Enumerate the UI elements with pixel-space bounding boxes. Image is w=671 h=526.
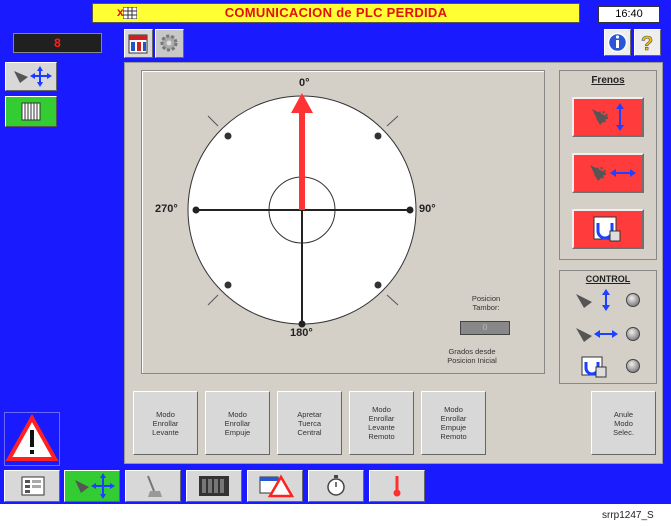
stopwatch-icon bbox=[327, 475, 345, 496]
drum-position-value: 0 bbox=[460, 321, 510, 335]
alarm-list-icon bbox=[259, 474, 295, 498]
svg-text:?: ? bbox=[641, 33, 653, 55]
page-title: COMUNICACION de PLC PERDIDA bbox=[224, 5, 448, 20]
bottom-temperature-button[interactable] bbox=[369, 470, 425, 502]
motion-active-icon bbox=[75, 473, 115, 499]
frenos-panel: Frenos bbox=[559, 70, 657, 260]
anule-modo-button[interactable]: Anule Modo Selec. bbox=[591, 391, 656, 455]
broom-icon bbox=[147, 475, 162, 497]
left-motion-button[interactable] bbox=[5, 62, 57, 91]
gear-icon bbox=[160, 34, 178, 52]
lift-control-icon bbox=[576, 289, 610, 311]
frenos-title: Frenos bbox=[591, 75, 625, 86]
control-panel: CONTROL bbox=[559, 270, 657, 384]
rotate-icon bbox=[593, 216, 621, 242]
mode-enrollar-levante-remoto-button[interactable]: Modo Enrollar Levante Remoto bbox=[349, 391, 414, 455]
bottom-alarm-list-button[interactable] bbox=[247, 470, 303, 502]
dial-label-0: 0° bbox=[299, 77, 310, 89]
brake-lift-icon bbox=[592, 103, 624, 131]
alarm-counter: 8 bbox=[13, 33, 102, 53]
lift-status-led bbox=[626, 293, 640, 307]
dial-panel: 0° 90° 180° 270° Posicion Tambor: 0 Grad… bbox=[141, 70, 545, 374]
clock-display: 16:40 bbox=[598, 6, 660, 23]
brake-push-icon bbox=[590, 165, 636, 181]
drum-icon bbox=[199, 476, 229, 496]
mode-enrollar-levante-button[interactable]: Modo Enrollar Levante bbox=[133, 391, 198, 455]
drum-icon bbox=[21, 102, 41, 121]
bottom-tool-button[interactable] bbox=[125, 470, 181, 502]
thermometer-icon bbox=[393, 476, 401, 497]
apretar-tuerca-central-button[interactable]: Apretar Tuerca Central bbox=[277, 391, 342, 455]
info-button[interactable] bbox=[604, 29, 631, 56]
alarm-button[interactable] bbox=[4, 412, 60, 466]
info-icon bbox=[607, 32, 628, 53]
settings-button[interactable] bbox=[155, 29, 184, 58]
hmi-window: x COMUNICACION de PLC PERDIDA 16:40 8 ? … bbox=[0, 0, 671, 504]
help-button[interactable]: ? bbox=[634, 29, 661, 56]
screen-code: srrp1247_S bbox=[602, 510, 654, 521]
screen-select-button[interactable] bbox=[124, 29, 153, 58]
bottom-drum-button[interactable] bbox=[186, 470, 242, 502]
control-title: CONTROL bbox=[585, 274, 631, 284]
bottom-timer-button[interactable] bbox=[308, 470, 364, 502]
menu-screen-icon bbox=[128, 34, 148, 54]
overview-icon bbox=[21, 476, 45, 496]
drum-position-label: Posicion Tambor: bbox=[471, 294, 501, 312]
bottom-overview-button[interactable] bbox=[4, 470, 60, 502]
brake-lift-button[interactable] bbox=[572, 97, 644, 137]
left-grid-button[interactable] bbox=[5, 96, 57, 127]
title-bar: x COMUNICACION de PLC PERDIDA bbox=[92, 3, 580, 23]
help-icon: ? bbox=[641, 33, 654, 56]
mode-enrollar-empuje-button[interactable]: Modo Enrollar Empuje bbox=[205, 391, 270, 455]
push-status-led bbox=[626, 327, 640, 341]
motion-icon bbox=[14, 66, 52, 87]
drum-position-caption: Grados desde Posicion Inicial bbox=[447, 347, 497, 365]
warning-icon bbox=[5, 413, 59, 461]
rotate-control-icon bbox=[581, 356, 607, 378]
dial-label-90: 90° bbox=[419, 203, 436, 215]
bottom-motion-button[interactable] bbox=[64, 470, 120, 502]
dial-label-180: 180° bbox=[290, 327, 313, 339]
dial-label-270: 270° bbox=[155, 203, 178, 215]
push-control-icon bbox=[576, 328, 618, 342]
brake-push-button[interactable] bbox=[572, 153, 644, 193]
mode-enrollar-empuje-remoto-button[interactable]: Modo Enrollar Empuje Remoto bbox=[421, 391, 486, 455]
rotate-status-led bbox=[626, 359, 640, 373]
brake-rotate-button[interactable] bbox=[572, 209, 644, 249]
